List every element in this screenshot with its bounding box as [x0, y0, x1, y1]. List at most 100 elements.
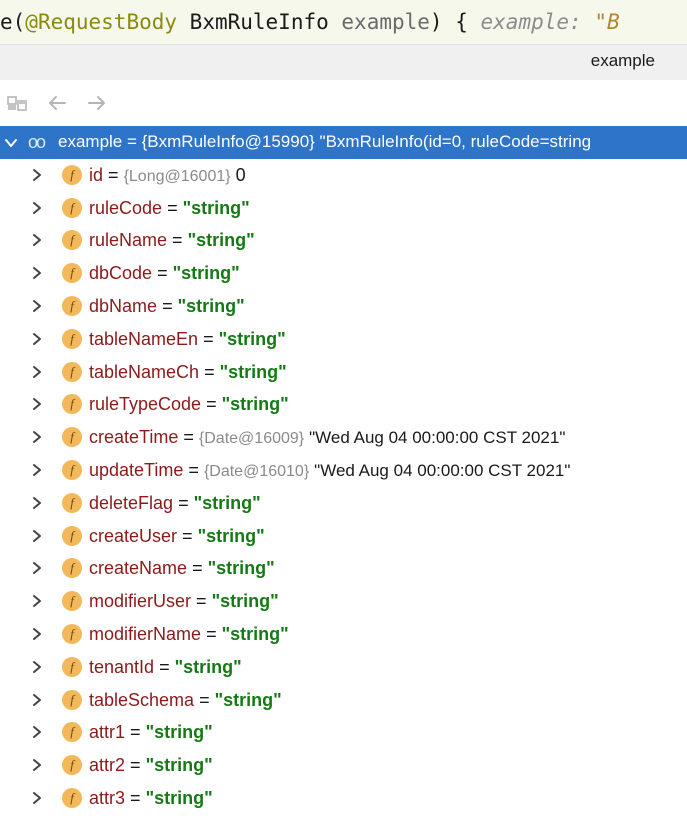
chevron-right-icon[interactable] — [30, 660, 44, 674]
field-name: updateTime — [89, 459, 184, 480]
code-param-name: example — [341, 10, 430, 34]
field-row-ruleName[interactable]: f ruleName = "string" — [0, 224, 687, 257]
field-name: ruleTypeCode — [89, 394, 202, 415]
chevron-right-icon[interactable] — [30, 365, 44, 379]
chevron-right-icon[interactable] — [30, 529, 44, 543]
field-icon: f — [62, 164, 82, 185]
equals-sign: = — [192, 558, 203, 579]
chevron-down-icon[interactable] — [4, 136, 18, 150]
field-name: ruleCode — [89, 197, 163, 218]
chevron-right-icon[interactable] — [30, 561, 44, 575]
field-text: ruleName = "string" — [89, 224, 255, 257]
field-row-tenantId[interactable]: f tenantId = "string" — [0, 651, 687, 684]
chevron-right-icon[interactable] — [30, 758, 44, 772]
chevron-right-icon[interactable] — [30, 693, 44, 707]
field-row-attr2[interactable]: f attr2 = "string" — [0, 749, 687, 782]
back-arrow-icon[interactable] — [46, 92, 68, 114]
field-row-id[interactable]: f id = {Long@16001} 0 — [0, 159, 687, 192]
field-row-modifierUser[interactable]: f modifierUser = "string" — [0, 585, 687, 618]
equals-sign: = — [108, 164, 119, 185]
field-name: ruleName — [89, 230, 168, 251]
field-value: "string" — [172, 263, 240, 284]
field-icon: f — [62, 722, 82, 743]
chevron-right-icon[interactable] — [30, 725, 44, 739]
field-name: attr3 — [89, 787, 126, 808]
chevron-right-icon[interactable] — [30, 791, 44, 805]
field-text: dbCode = "string" — [89, 257, 240, 290]
field-row-createTime[interactable]: f createTime = {Date@16009} "Wed Aug 04 0… — [0, 421, 687, 454]
equals-sign: = — [178, 492, 189, 513]
equals-sign: = — [182, 525, 193, 546]
field-icon: f — [62, 361, 82, 382]
chevron-right-icon[interactable] — [30, 430, 44, 444]
chevron-right-icon[interactable] — [30, 463, 44, 477]
variables-tree: oo example = {BxmRuleInfo@15990} "BxmRul… — [0, 126, 687, 815]
chevron-right-icon[interactable] — [30, 233, 44, 247]
field-text: ruleCode = "string" — [89, 192, 250, 225]
field-name: attr2 — [89, 755, 126, 776]
field-row-dbName[interactable]: f dbName = "string" — [0, 290, 687, 323]
field-row-attr3[interactable]: f attr3 = "string" — [0, 782, 687, 815]
field-icon: f — [62, 591, 82, 612]
field-value: "Wed Aug 04 00:00:00 CST 2021" — [309, 428, 566, 448]
field-row-tableSchema[interactable]: f tableSchema = "string" — [0, 684, 687, 717]
chevron-right-icon[interactable] — [30, 299, 44, 313]
field-value: "string" — [207, 558, 275, 579]
field-row-tableNameCh[interactable]: f tableNameCh = "string" — [0, 356, 687, 389]
chevron-right-icon[interactable] — [30, 397, 44, 411]
equals-sign: = — [204, 361, 215, 382]
field-name: deleteFlag — [89, 492, 174, 513]
chevron-right-icon[interactable] — [30, 594, 44, 608]
field-value: "string" — [218, 328, 286, 349]
code-annotation: @RequestBody — [25, 10, 178, 34]
field-row-attr1[interactable]: f attr1 = "string" — [0, 716, 687, 749]
forward-arrow-icon[interactable] — [86, 92, 108, 114]
field-row-createUser[interactable]: f createUser = "string" — [0, 520, 687, 553]
chevron-right-icon[interactable] — [30, 332, 44, 346]
field-name: tableNameCh — [89, 361, 200, 382]
chevron-right-icon[interactable] — [30, 266, 44, 280]
restore-layout-icon[interactable] — [6, 92, 28, 114]
chevron-right-icon[interactable] — [30, 168, 44, 182]
field-value: "string" — [182, 197, 250, 218]
equals-sign: = — [130, 722, 141, 743]
field-icon: f — [62, 427, 82, 448]
field-name: dbCode — [89, 263, 153, 284]
equals-sign: = — [206, 394, 217, 415]
chevron-right-icon[interactable] — [30, 201, 44, 215]
field-row-dbCode[interactable]: f dbCode = "string" — [0, 257, 687, 290]
field-text: attr2 = "string" — [89, 749, 213, 782]
field-text: modifierUser = "string" — [89, 585, 279, 618]
field-row-createName[interactable]: f createName = "string" — [0, 552, 687, 585]
equals-sign: = — [162, 295, 173, 316]
equals-sign: = — [188, 459, 199, 480]
tab-title[interactable]: example — [591, 51, 655, 71]
field-row-ruleTypeCode[interactable]: f ruleTypeCode = "string" — [0, 388, 687, 421]
field-name: createName — [89, 558, 188, 579]
field-text: tableSchema = "string" — [89, 684, 282, 717]
equals-sign: = — [130, 755, 141, 776]
field-row-tableNameEn[interactable]: f tableNameEn = "string" — [0, 323, 687, 356]
field-text: updateTime = {Date@16010} "Wed Aug 04 00… — [89, 454, 570, 487]
equals-sign: = — [157, 263, 168, 284]
field-icon: f — [62, 525, 82, 546]
field-value: "string" — [221, 623, 289, 644]
code-prefix: e( — [0, 10, 26, 34]
field-row-ruleCode[interactable]: f ruleCode = "string" — [0, 192, 687, 225]
field-icon: f — [62, 492, 82, 513]
chevron-right-icon[interactable] — [30, 627, 44, 641]
field-row-deleteFlag[interactable]: f deleteFlag = "string" — [0, 487, 687, 520]
field-value: "string" — [177, 295, 245, 316]
inline-hint-value: "B — [594, 10, 620, 34]
field-name: modifierUser — [89, 591, 192, 612]
field-icon: f — [62, 459, 82, 480]
field-type-ref: {Long@16001} — [123, 167, 231, 185]
field-value: "string" — [145, 722, 213, 743]
field-text: tenantId = "string" — [89, 651, 242, 684]
field-row-updateTime[interactable]: f updateTime = {Date@16010} "Wed Aug 04 0… — [0, 454, 687, 487]
chevron-right-icon[interactable] — [30, 496, 44, 510]
field-row-modifierName[interactable]: f modifierName = "string" — [0, 618, 687, 651]
field-text: attr3 = "string" — [89, 782, 213, 815]
equals-sign: = — [172, 230, 183, 251]
tree-root-row[interactable]: oo example = {BxmRuleInfo@15990} "BxmRul… — [0, 126, 687, 159]
